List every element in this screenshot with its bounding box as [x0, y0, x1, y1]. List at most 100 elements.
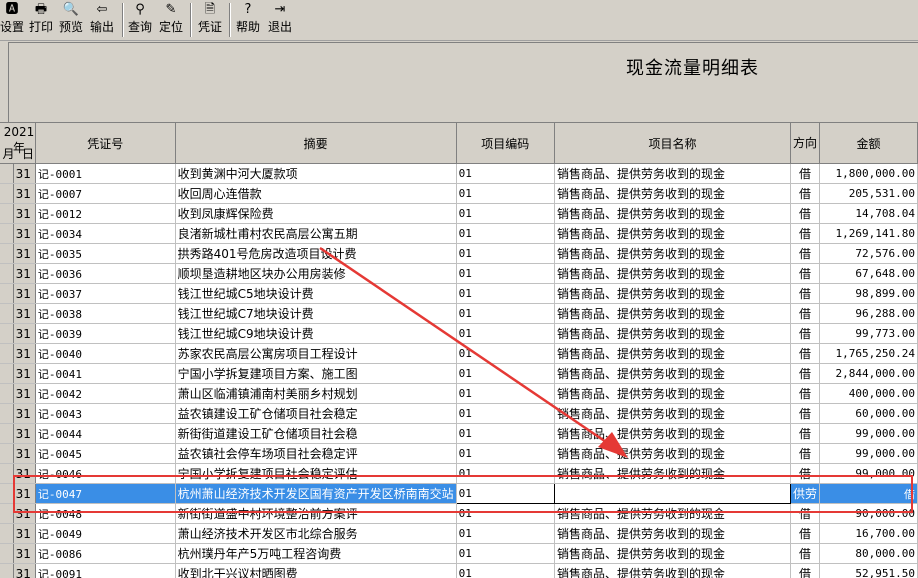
row-amount-cell[interactable]: 52,951.50 — [819, 564, 917, 578]
row-voucher-cell[interactable]: 记-0042 — [35, 384, 175, 404]
row-day-cell[interactable]: 31 — [13, 184, 35, 204]
table-row[interactable]: 31记-0045益农镇社会停车场项目社会稳定评01销售商品、提供劳务收到的现金借… — [0, 444, 918, 464]
row-month-cell[interactable] — [0, 204, 13, 224]
row-item-code-cell[interactable]: 01 — [456, 204, 554, 224]
row-item-code-cell[interactable]: 01 — [456, 364, 554, 384]
row-summary-cell[interactable]: 萧山经济技术开发区市北综合服务 — [175, 524, 456, 544]
row-amount-cell[interactable]: 60,000.00 — [819, 404, 917, 424]
header-item-name[interactable]: 项目名称 — [554, 123, 790, 164]
row-day-cell[interactable]: 31 — [13, 384, 35, 404]
row-day-cell[interactable]: 31 — [13, 344, 35, 364]
row-item-code-cell[interactable]: 01 — [456, 424, 554, 444]
row-item-name-cell[interactable]: 销售商品、提供劳务收到的现金 — [554, 204, 790, 224]
row-voucher-cell[interactable]: 记-0048 — [35, 504, 175, 524]
row-day-cell[interactable]: 31 — [13, 284, 35, 304]
row-direction-cell[interactable]: 借 — [790, 164, 819, 184]
row-summary-cell[interactable]: 收到黄渊中河大厦款项 — [175, 164, 456, 184]
toolbar-button-3[interactable]: ⇦输出 — [87, 0, 117, 40]
row-month-cell[interactable] — [0, 404, 13, 424]
row-amount-cell[interactable]: 72,576.00 — [819, 244, 917, 264]
table-row[interactable]: 31记-0044新街街道建设工矿仓储项目社会稳01销售商品、提供劳务收到的现金借… — [0, 424, 918, 444]
row-direction-cell[interactable]: 借 — [790, 184, 819, 204]
row-voucher-cell[interactable]: 记-0045 — [35, 444, 175, 464]
row-item-code-cell[interactable]: 01 — [456, 304, 554, 324]
header-summary[interactable]: 摘要 — [175, 123, 456, 164]
row-item-code-cell[interactable]: 01 — [456, 504, 554, 524]
table-row[interactable]: 31记-0086杭州璞丹年产5万吨工程咨询费01销售商品、提供劳务收到的现金借8… — [0, 544, 918, 564]
row-voucher-cell[interactable]: 记-0034 — [35, 224, 175, 244]
toolbar-button-0[interactable]: 🅰设置 — [0, 0, 24, 40]
row-day-cell[interactable]: 31 — [13, 244, 35, 264]
table-row[interactable]: 31记-0034良渚新城杜甫村农民高层公寓五期01销售商品、提供劳务收到的现金借… — [0, 224, 918, 244]
row-amount-cell[interactable]: 2,844,000.00 — [819, 364, 917, 384]
row-amount-cell[interactable]: 99,000.00 — [819, 444, 917, 464]
row-day-cell[interactable]: 31 — [13, 324, 35, 344]
row-direction-cell[interactable]: 借 — [790, 324, 819, 344]
row-summary-cell[interactable]: 苏家农民高层公寓房项目工程设计 — [175, 344, 456, 364]
row-item-code-cell[interactable]: 01 — [456, 344, 554, 364]
row-item-name-cell[interactable]: 销售商品、提供劳务收到的现金 — [554, 544, 790, 564]
row-item-code-cell[interactable]: 01 — [456, 244, 554, 264]
row-amount-cell[interactable]: 90,000.00 — [819, 504, 917, 524]
row-month-cell[interactable] — [0, 164, 13, 184]
row-item-name-cell[interactable]: 销售商品、提供劳务收到的现金 — [554, 444, 790, 464]
row-direction-cell[interactable]: 借 — [790, 564, 819, 578]
header-direction[interactable]: 方向 — [790, 123, 819, 164]
row-direction-cell[interactable]: 借 — [790, 444, 819, 464]
row-voucher-cell[interactable]: 记-0036 — [35, 264, 175, 284]
row-summary-cell[interactable]: 良渚新城杜甫村农民高层公寓五期 — [175, 224, 456, 244]
row-item-code-cell[interactable]: 01 — [456, 264, 554, 284]
row-item-code-cell[interactable]: 01 — [456, 184, 554, 204]
table-row[interactable]: 31记-0001收到黄渊中河大厦款项01销售商品、提供劳务收到的现金借1,800… — [0, 164, 918, 184]
row-day-cell[interactable]: 31 — [13, 404, 35, 424]
row-month-cell[interactable] — [0, 264, 13, 284]
row-amount-cell[interactable]: 205,531.00 — [819, 184, 917, 204]
row-item-code-cell[interactable]: 01 — [456, 524, 554, 544]
row-voucher-cell[interactable]: 记-0038 — [35, 304, 175, 324]
row-day-cell[interactable]: 31 — [13, 424, 35, 444]
cashflow-grid[interactable]: 2021年 月 日 凭证号 摘要 项目编码 项目名称 方向 金额 31记-000… — [0, 122, 918, 578]
row-item-name-cell[interactable]: 销售商品、提供劳务收到的现金 — [554, 424, 790, 444]
table-row[interactable]: 31记-0039钱江世纪城C9地块设计费01销售商品、提供劳务收到的现金借99,… — [0, 324, 918, 344]
row-month-cell[interactable] — [0, 424, 13, 444]
row-item-code-cell[interactable]: 01 — [456, 404, 554, 424]
row-summary-cell[interactable]: 新街街道建设工矿仓储项目社会稳 — [175, 424, 456, 444]
row-voucher-cell[interactable]: 记-0044 — [35, 424, 175, 444]
row-voucher-cell[interactable]: 记-0001 — [35, 164, 175, 184]
row-day-cell[interactable]: 31 — [13, 524, 35, 544]
row-day-cell[interactable]: 31 — [13, 164, 35, 184]
table-row[interactable]: 31记-0048新街街道盛中村环境整治前方案评01销售商品、提供劳务收到的现金借… — [0, 504, 918, 524]
table-row-selected[interactable]: 31记-0047杭州萧山经济技术开发区国有资产开发区桥南南交站01供劳借 — [0, 484, 918, 504]
row-item-name-cell[interactable]: 销售商品、提供劳务收到的现金 — [554, 224, 790, 244]
row-summary-cell[interactable]: 新街街道盛中村环境整治前方案评 — [175, 504, 456, 524]
row-item-code-cell[interactable]: 01 — [456, 544, 554, 564]
row-item-name-cell[interactable]: 销售商品、提供劳务收到的现金 — [554, 384, 790, 404]
row-item-name-cell[interactable]: 销售商品、提供劳务收到的现金 — [554, 184, 790, 204]
row-amount-cell[interactable]: 98,899.00 — [819, 284, 917, 304]
row-day-cell[interactable]: 31 — [13, 544, 35, 564]
row-summary-cell[interactable]: 萧山区临浦镇浦南村美丽乡村规划 — [175, 384, 456, 404]
toolbar-button-2[interactable]: 🔍预览 — [57, 0, 85, 40]
row-direction-cell[interactable]: 借 — [790, 244, 819, 264]
row-voucher-cell[interactable]: 记-0007 — [35, 184, 175, 204]
row-direction-cell[interactable]: 借 — [790, 344, 819, 364]
row-voucher-cell[interactable]: 记-0012 — [35, 204, 175, 224]
row-voucher-cell[interactable]: 记-0040 — [35, 344, 175, 364]
row-month-cell[interactable] — [0, 224, 13, 244]
row-month-cell[interactable] — [0, 324, 13, 344]
row-month-cell[interactable] — [0, 524, 13, 544]
row-month-cell[interactable] — [0, 564, 13, 578]
table-row[interactable]: 31记-0046宁国小学拆复建项目社会稳定评估01销售商品、提供劳务收到的现金借… — [0, 464, 918, 484]
table-row[interactable]: 31记-0012收到凤康辉保险费01销售商品、提供劳务收到的现金借14,708.… — [0, 204, 918, 224]
row-item-name-cell[interactable]: 销售商品、提供劳务收到的现金 — [554, 524, 790, 544]
row-voucher-cell[interactable]: 记-0039 — [35, 324, 175, 344]
row-item-code-cell[interactable]: 01 — [456, 484, 554, 504]
row-direction-cell[interactable]: 借 — [790, 384, 819, 404]
row-direction-cell[interactable]: 供劳 — [790, 484, 819, 504]
table-row[interactable]: 31记-0007收回周心连借款01销售商品、提供劳务收到的现金借205,531.… — [0, 184, 918, 204]
row-amount-cell[interactable]: 1,800,000.00 — [819, 164, 917, 184]
header-item-code[interactable]: 项目编码 — [456, 123, 554, 164]
row-item-code-cell[interactable]: 01 — [456, 564, 554, 578]
row-amount-cell[interactable]: 99,773.00 — [819, 324, 917, 344]
row-summary-cell[interactable]: 杭州萧山经济技术开发区国有资产开发区桥南南交站 — [175, 484, 456, 504]
